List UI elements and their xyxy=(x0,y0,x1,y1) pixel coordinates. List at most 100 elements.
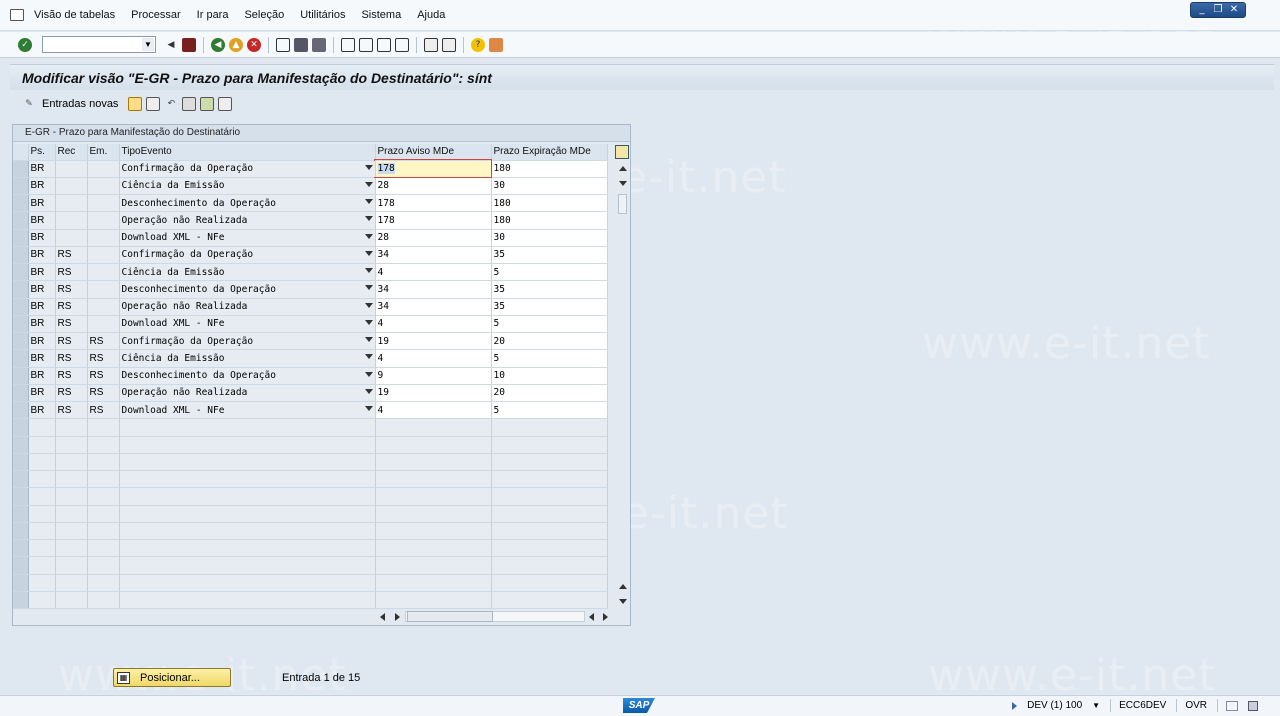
dropdown-arrow-icon[interactable] xyxy=(364,337,373,342)
menu-utilitarios[interactable]: Utilitários xyxy=(300,9,345,21)
menu-ir-para[interactable]: Ir para xyxy=(197,9,229,21)
col-header-rec[interactable]: Rec xyxy=(55,144,88,161)
row-selector[interactable] xyxy=(13,505,29,523)
cell-prazo-aviso[interactable]: 178 xyxy=(375,194,492,213)
cell-prazo-aviso[interactable]: 34 xyxy=(375,298,492,316)
row-selector[interactable] xyxy=(13,160,29,178)
row-selector[interactable] xyxy=(13,522,29,541)
cell-tipo-evento[interactable]: Download XML - NFe xyxy=(119,401,376,420)
scroll-left-icon[interactable] xyxy=(380,613,385,621)
cell-prazo-expiracao[interactable]: 35 xyxy=(491,298,608,316)
vertical-scrollbar[interactable] xyxy=(617,162,629,608)
monitor-icon[interactable] xyxy=(1226,700,1238,711)
row-selector[interactable] xyxy=(13,556,29,575)
cell-prazo-aviso[interactable]: 19 xyxy=(375,384,492,403)
row-selector[interactable] xyxy=(13,401,29,420)
enter-icon[interactable]: ✓ xyxy=(18,37,32,52)
undo-icon[interactable]: ↶ xyxy=(164,97,178,111)
cell-tipo-evento[interactable]: Ciência da Emissão xyxy=(119,349,376,368)
cell-prazo-aviso[interactable]: 19 xyxy=(375,332,492,351)
dropdown-arrow-icon[interactable] xyxy=(364,388,373,394)
find-next-icon[interactable] xyxy=(312,37,326,52)
col-header-prazo-expiracao[interactable]: Prazo Expiração MDe xyxy=(491,144,608,161)
row-selector[interactable] xyxy=(13,332,29,351)
cell-tipo-evento[interactable]: Operação não Realizada xyxy=(119,384,376,403)
cell-prazo-aviso[interactable]: 9 xyxy=(375,367,492,385)
row-selector[interactable] xyxy=(13,367,29,385)
copy-icon[interactable] xyxy=(128,97,143,111)
exit-icon[interactable]: ▲ xyxy=(229,37,243,52)
system-info[interactable]: DEV (1) 100 xyxy=(1027,700,1082,711)
chevron-down-icon[interactable]: ▼ xyxy=(1092,701,1100,710)
cell-prazo-aviso[interactable]: 28 xyxy=(375,229,492,247)
insert-mode[interactable]: OVR xyxy=(1185,700,1207,711)
menu-visao-tabelas[interactable]: Visão de tabelas xyxy=(34,9,115,21)
dropdown-arrow-icon[interactable] xyxy=(364,233,373,239)
cell-tipo-evento[interactable]: Desconhecimento da Operação xyxy=(119,194,376,213)
back-icon[interactable]: ◀ xyxy=(211,37,225,52)
scroll-right-icon[interactable] xyxy=(395,613,400,621)
cell-prazo-expiracao[interactable]: 5 xyxy=(491,349,608,368)
cell-tipo-evento[interactable]: Desconhecimento da Operação xyxy=(119,367,376,385)
scroll-down-icon[interactable] xyxy=(619,599,627,604)
next-page-icon[interactable] xyxy=(377,37,391,52)
cell-tipo-evento[interactable]: Confirmação da Operação xyxy=(119,160,376,178)
dropdown-arrow-icon[interactable] xyxy=(364,302,373,308)
cell-tipo-evento[interactable]: Ciência da Emissão xyxy=(119,263,376,282)
cell-prazo-aviso[interactable]: 4 xyxy=(375,263,492,282)
cell-prazo-aviso[interactable]: 34 xyxy=(375,280,492,299)
dropdown-arrow-icon[interactable] xyxy=(364,319,373,325)
cell-prazo-aviso[interactable]: 4 xyxy=(375,349,492,368)
cell-tipo-evento[interactable]: Desconhecimento da Operação xyxy=(119,280,376,299)
cell-prazo-expiracao[interactable]: 35 xyxy=(491,280,608,299)
print-icon[interactable] xyxy=(276,37,290,52)
scroll-down-icon[interactable] xyxy=(619,181,627,186)
dropdown-arrow-icon[interactable] xyxy=(364,406,373,411)
help-icon[interactable]: ? xyxy=(471,37,485,52)
layout-icon[interactable] xyxy=(489,37,503,52)
row-selector[interactable] xyxy=(13,436,29,454)
row-selector[interactable] xyxy=(13,418,29,437)
dropdown-arrow-icon[interactable] xyxy=(364,354,373,360)
command-field[interactable]: ▼ xyxy=(42,36,156,53)
save-icon[interactable]: ◀ xyxy=(164,38,178,52)
col-header-ps[interactable]: Ps. xyxy=(28,144,56,161)
cell-prazo-expiracao[interactable]: 10 xyxy=(491,367,608,385)
cell-prazo-expiracao[interactable]: 5 xyxy=(491,263,608,282)
cell-tipo-evento[interactable]: Confirmação da Operação xyxy=(119,246,376,265)
row-selector[interactable] xyxy=(13,349,29,368)
row-selector[interactable] xyxy=(13,453,29,472)
first-page-icon[interactable] xyxy=(341,37,355,52)
system-menu-icon[interactable] xyxy=(10,9,24,21)
shortcut-icon[interactable] xyxy=(442,37,456,52)
lock-icon[interactable] xyxy=(1248,700,1258,711)
dropdown-arrow-icon[interactable] xyxy=(364,199,373,204)
row-selector[interactable] xyxy=(13,177,29,196)
dropdown-arrow-icon[interactable] xyxy=(364,250,373,256)
cell-prazo-expiracao[interactable]: 180 xyxy=(491,211,608,230)
col-header-em[interactable]: Em. xyxy=(87,144,120,161)
deselect-all-icon[interactable] xyxy=(218,97,233,111)
delete-icon[interactable] xyxy=(146,97,161,111)
prev-page-icon[interactable] xyxy=(359,37,373,52)
cell-prazo-aviso[interactable]: 178 xyxy=(374,158,492,179)
row-selector[interactable] xyxy=(13,246,29,265)
col-header-tipo-evento[interactable]: TipoEvento xyxy=(119,144,376,161)
cell-prazo-expiracao[interactable]: 20 xyxy=(491,384,608,403)
minimize-icon[interactable]: _ xyxy=(1195,4,1209,16)
cell-tipo-evento[interactable]: Download XML - NFe xyxy=(119,315,376,334)
chevron-down-icon[interactable]: ▼ xyxy=(142,38,154,51)
dropdown-arrow-icon[interactable] xyxy=(364,216,373,222)
cell-tipo-evento[interactable]: Ciência da Emissão xyxy=(119,177,376,196)
cell-prazo-aviso[interactable]: 4 xyxy=(375,401,492,420)
dropdown-arrow-icon[interactable] xyxy=(364,371,373,377)
row-selector[interactable] xyxy=(13,298,29,316)
restore-icon[interactable]: ❐ xyxy=(1211,4,1225,16)
select-all-icon[interactable] xyxy=(182,97,197,111)
save-icon[interactable] xyxy=(182,37,196,52)
cell-tipo-evento[interactable]: Operação não Realizada xyxy=(119,211,376,230)
menu-selecao[interactable]: Seleção xyxy=(244,9,284,21)
new-session-icon[interactable] xyxy=(424,37,438,52)
position-button[interactable]: ▦ Posicionar... xyxy=(113,668,231,687)
row-selector[interactable] xyxy=(13,194,29,213)
